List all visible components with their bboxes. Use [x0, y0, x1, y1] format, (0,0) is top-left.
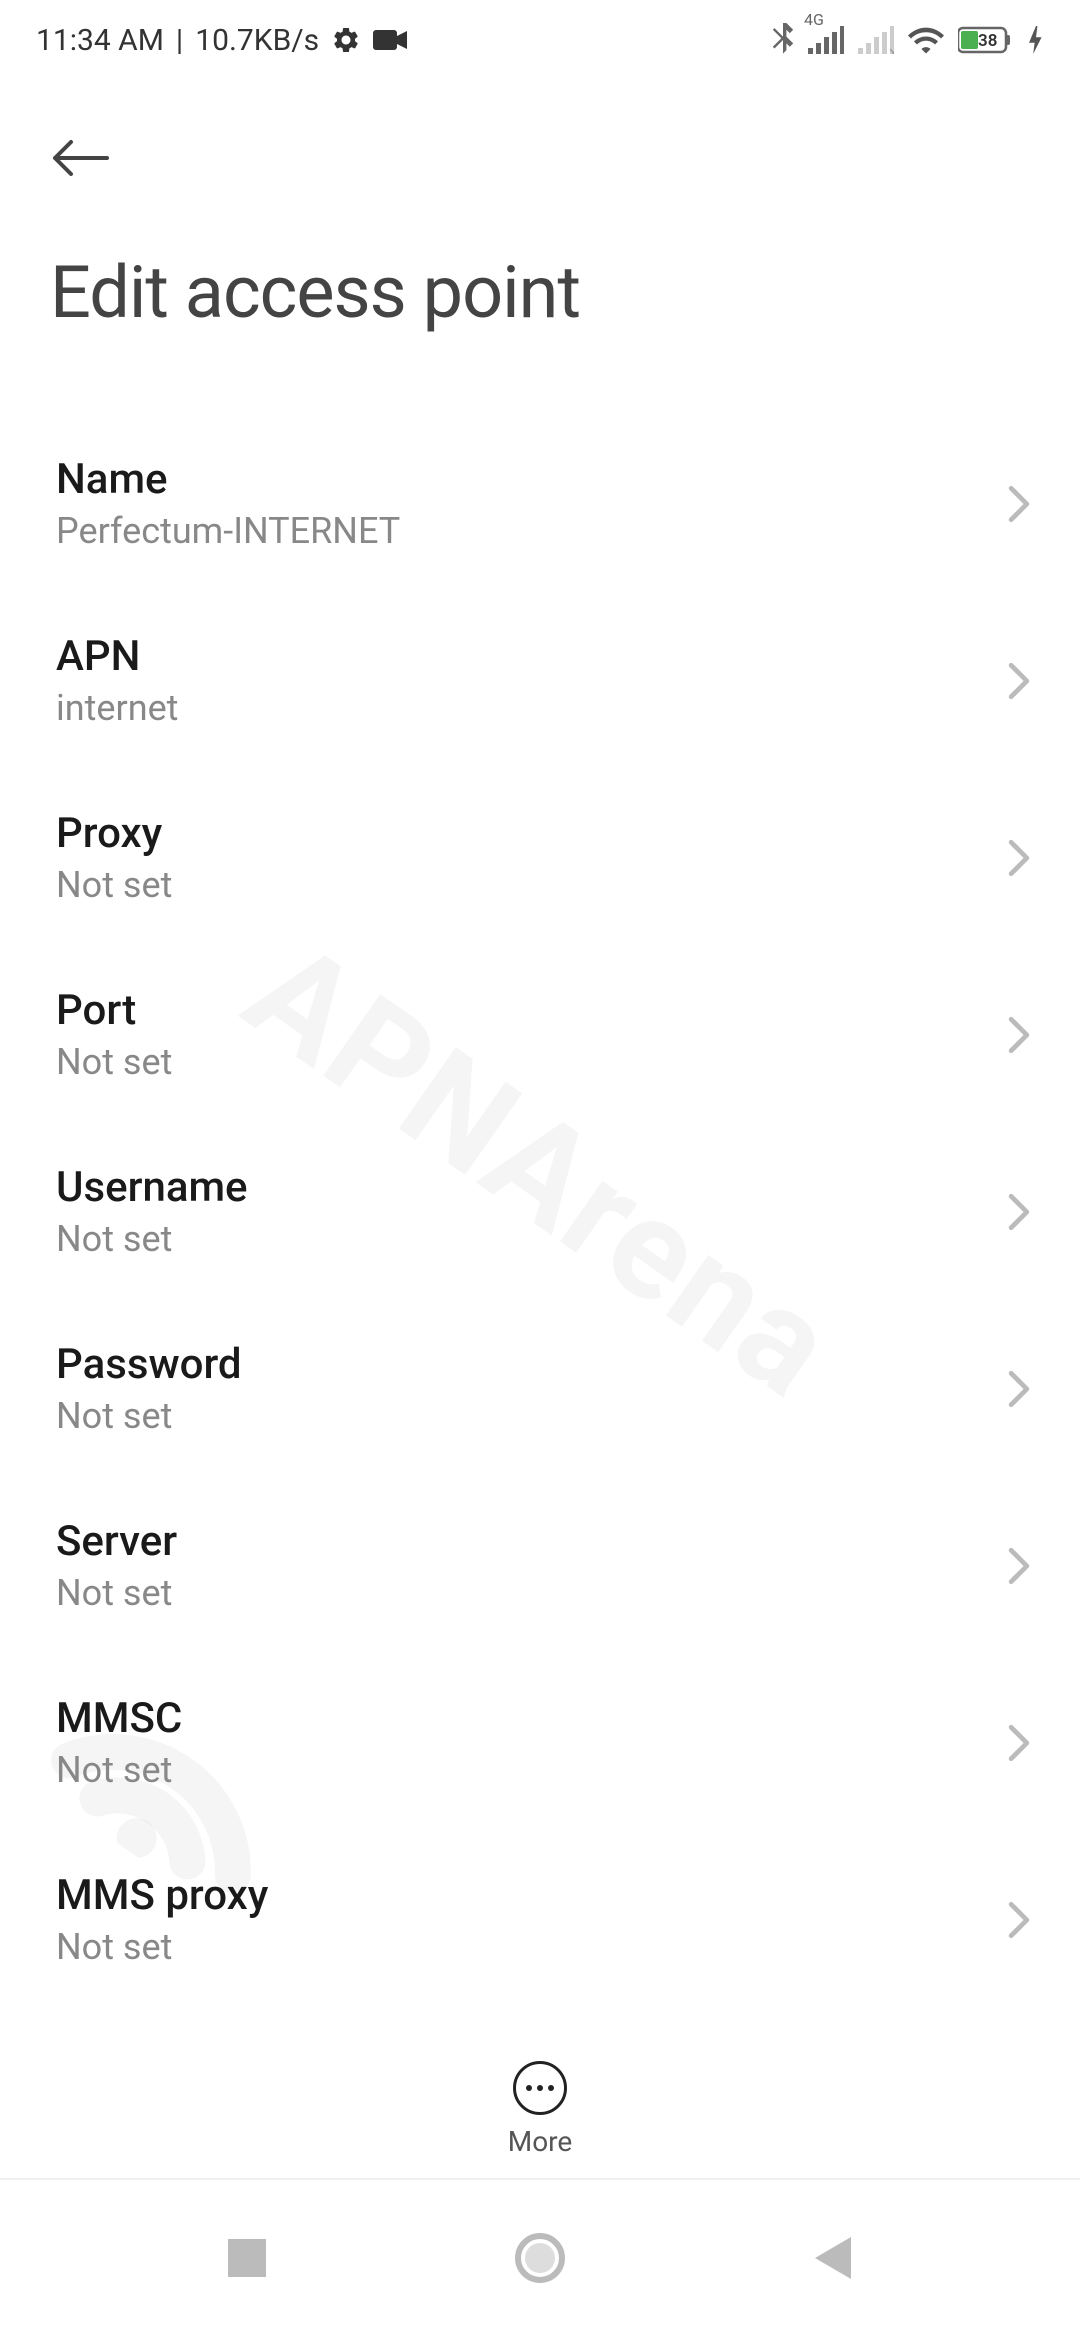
page-title: Edit access point [50, 250, 1030, 335]
arrow-left-icon [49, 137, 111, 183]
setting-item-proxy[interactable]: Proxy Not set [0, 769, 1080, 946]
settings-list: Name Perfectum-INTERNET APN internet [0, 415, 1080, 2008]
chevron-right-icon [1008, 1016, 1030, 1054]
setting-label: Password [56, 1340, 242, 1389]
bluetooth-icon [772, 23, 794, 57]
header: Edit access point [0, 80, 1080, 335]
camera-icon [373, 28, 407, 52]
nav-recent-button[interactable] [207, 2220, 287, 2300]
setting-label: Name [56, 455, 400, 504]
nav-home-button[interactable] [500, 2220, 580, 2300]
svg-text:✕: ✕ [888, 46, 894, 54]
setting-item-name[interactable]: Name Perfectum-INTERNET [0, 415, 1080, 592]
setting-value: Not set [56, 1926, 268, 1968]
setting-label: Server [56, 1517, 177, 1566]
setting-value: Not set [56, 864, 172, 906]
chevron-right-icon [1008, 1724, 1030, 1762]
setting-value: Not set [56, 1572, 177, 1614]
setting-value: Not set [56, 1041, 172, 1083]
signal-4g-icon: 4G [808, 26, 844, 54]
setting-item-password[interactable]: Password Not set [0, 1300, 1080, 1477]
setting-item-apn[interactable]: APN internet [0, 592, 1080, 769]
setting-value: Perfectum-INTERNET [56, 510, 400, 552]
setting-item-username[interactable]: Username Not set [0, 1123, 1080, 1300]
setting-value: Not set [56, 1395, 242, 1437]
wifi-icon [908, 26, 944, 54]
status-time: 11:34 AM [36, 23, 164, 58]
chevron-right-icon [1008, 1193, 1030, 1231]
chevron-right-icon [1008, 839, 1030, 877]
chevron-right-icon [1008, 662, 1030, 700]
setting-label: APN [56, 632, 178, 681]
charging-icon [1028, 26, 1044, 54]
chevron-right-icon [1008, 1370, 1030, 1408]
chevron-right-icon [1008, 485, 1030, 523]
setting-label: Username [56, 1163, 248, 1212]
triangle-left-icon [815, 2237, 851, 2283]
svg-text:38: 38 [978, 31, 997, 51]
back-button[interactable] [40, 120, 120, 200]
setting-value: Not set [56, 1749, 182, 1791]
setting-item-mmsc[interactable]: MMSC Not set [0, 1654, 1080, 1831]
circle-icon [515, 2233, 565, 2287]
setting-label: Proxy [56, 809, 172, 858]
chevron-right-icon [1008, 1901, 1030, 1939]
gear-icon [331, 25, 361, 55]
setting-value: internet [56, 687, 178, 729]
square-icon [228, 2239, 266, 2281]
setting-item-port[interactable]: Port Not set [0, 946, 1080, 1123]
signal-no-sim-icon: ✕ [858, 26, 894, 54]
setting-item-server[interactable]: Server Not set [0, 1477, 1080, 1654]
status-data-rate: 10.7KB/s [195, 23, 319, 58]
chevron-right-icon [1008, 1547, 1030, 1585]
setting-value: Not set [56, 1218, 248, 1260]
setting-item-mms-proxy[interactable]: MMS proxy Not set [0, 1831, 1080, 2008]
status-bar: 11:34 AM | 10.7KB/s 4G ✕ [0, 0, 1080, 80]
battery-icon: 38 [958, 26, 1014, 54]
status-separator: | [176, 23, 183, 58]
setting-label: MMS proxy [56, 1871, 268, 1920]
setting-label: MMSC [56, 1694, 182, 1743]
setting-label: Port [56, 986, 172, 1035]
nav-back-button[interactable] [793, 2220, 873, 2300]
